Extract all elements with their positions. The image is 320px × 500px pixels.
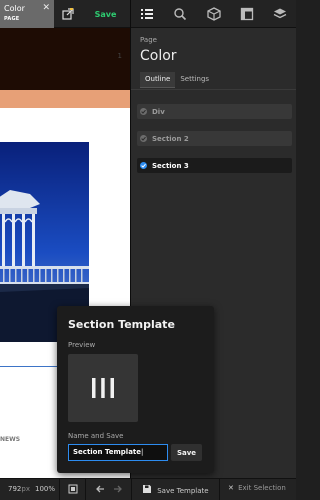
outline-item-label: Section 2 xyxy=(152,134,189,143)
columns-icon xyxy=(92,378,114,398)
page-tab-title: Color xyxy=(4,4,25,13)
redo-button[interactable] xyxy=(113,484,123,496)
undo-button[interactable] xyxy=(95,484,105,496)
responsive-icon xyxy=(68,484,78,494)
editor-root: Color PAGE ✕ Save 1 NEWS Page Color Outl… xyxy=(0,0,296,500)
templates-icon xyxy=(240,7,254,21)
bottom-divider xyxy=(85,479,86,500)
zoom-readout[interactable]: 100% xyxy=(35,485,55,493)
template-name-input[interactable]: Section Template| xyxy=(68,444,168,461)
canvas-number: 1 xyxy=(117,52,122,60)
panel-tabs: Outline Settings xyxy=(140,72,214,88)
close-icon[interactable]: ✕ xyxy=(42,3,50,13)
outline-item-section-2[interactable]: Section 2 xyxy=(137,131,292,146)
page-tab-subtitle: PAGE xyxy=(4,16,20,22)
bottom-divider xyxy=(219,479,220,500)
width-value: 792 xyxy=(8,485,22,493)
save-template-button[interactable]: Save Template xyxy=(142,484,209,495)
canvas-peach-band xyxy=(0,90,130,108)
check-icon xyxy=(140,162,147,169)
redo-icon xyxy=(114,485,122,493)
width-unit: px xyxy=(21,485,30,493)
outline-item-label: Section 3 xyxy=(152,161,189,170)
search-icon xyxy=(174,8,187,21)
template-save-button[interactable]: Save xyxy=(171,444,202,461)
tab-divider xyxy=(131,89,296,90)
canvas-dark-section xyxy=(0,28,130,90)
top-toolbar: Color PAGE ✕ Save xyxy=(0,0,296,28)
bottom-bar: 792px 100% Save Template ✕ Exit Selectio… xyxy=(0,478,296,500)
save-template-label: Save Template xyxy=(157,487,209,495)
undo-icon xyxy=(96,485,104,493)
save-icon xyxy=(143,485,151,493)
responsive-toggle[interactable] xyxy=(68,484,78,496)
close-icon: ✕ xyxy=(228,484,234,492)
name-and-save-label: Name and Save xyxy=(68,432,124,440)
tab-settings[interactable]: Settings xyxy=(175,72,214,88)
open-external-button[interactable] xyxy=(58,4,78,24)
section-template-popup: Section Template Preview Name and Save S… xyxy=(57,306,214,473)
blocks-icon xyxy=(207,7,221,21)
preview-label: Preview xyxy=(68,341,96,349)
bottom-divider xyxy=(131,479,132,500)
layers-icon xyxy=(273,8,287,19)
check-icon xyxy=(140,135,147,142)
template-preview xyxy=(68,354,138,422)
structure-icon xyxy=(141,9,153,19)
breadcrumb: Page xyxy=(140,36,157,44)
width-readout[interactable]: 792px xyxy=(8,485,30,493)
save-button[interactable]: Save xyxy=(83,0,128,28)
exit-selection-button[interactable]: ✕ Exit Selection xyxy=(228,484,286,492)
structure-button[interactable] xyxy=(137,4,157,24)
check-icon xyxy=(140,108,147,115)
popup-title: Section Template xyxy=(68,318,175,331)
search-button[interactable] xyxy=(170,4,190,24)
page-title: Color xyxy=(140,48,177,64)
outline-item-section-3[interactable]: Section 3 xyxy=(137,158,292,173)
exit-selection-label: Exit Selection xyxy=(238,484,286,492)
blocks-button[interactable] xyxy=(204,4,224,24)
outline-item-label: Div xyxy=(152,107,165,116)
open-external-icon xyxy=(62,8,74,20)
page-tab[interactable]: Color PAGE ✕ xyxy=(0,0,54,28)
outline-item-div[interactable]: Div xyxy=(137,104,292,119)
bottom-divider xyxy=(59,479,60,500)
templates-button[interactable] xyxy=(237,4,257,24)
layers-button[interactable] xyxy=(270,4,290,24)
template-name-value: Section Template xyxy=(73,448,142,456)
canvas-news-label: NEWS xyxy=(0,436,21,443)
tab-outline[interactable]: Outline xyxy=(140,72,176,88)
